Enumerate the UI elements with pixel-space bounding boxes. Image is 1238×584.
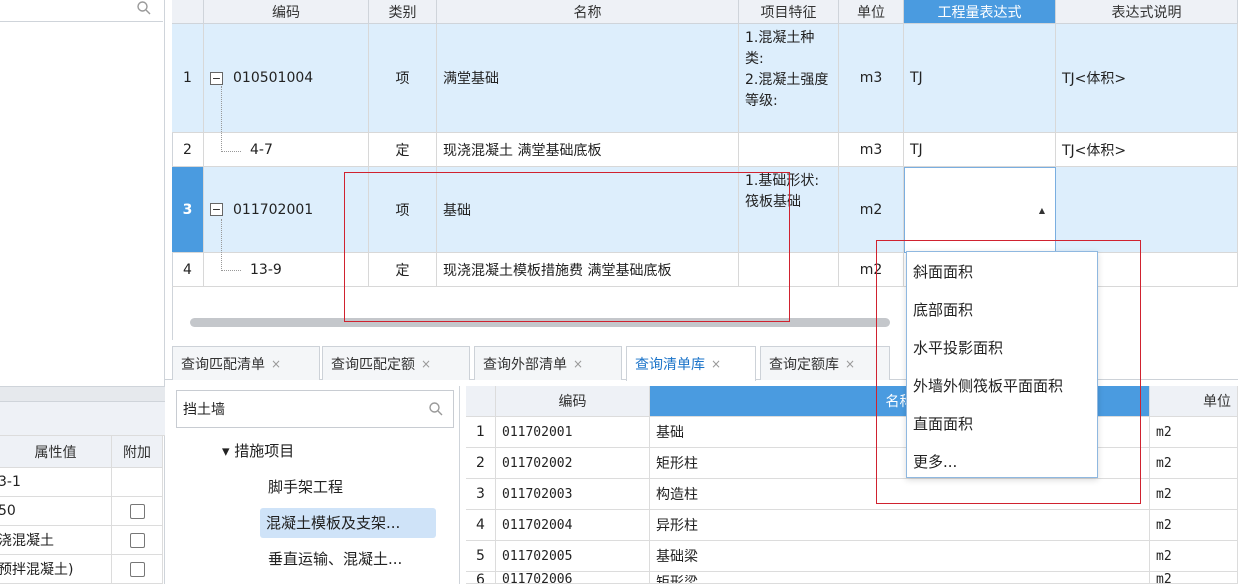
lib-row-code[interactable]: 011702006 [496,572,650,584]
library-search-value: 挡土墙 [183,402,225,418]
table-row-name[interactable]: 现浇混凝土 满堂基础底板 [437,133,739,167]
grid-header-code[interactable]: 编码 [204,0,369,24]
tab-quota-library[interactable]: 查询定额库 × [760,346,890,380]
lib-row-code[interactable]: 011702004 [496,510,650,541]
annotation-box [876,240,1141,504]
grid-header-desc[interactable]: 表达式说明 [1056,0,1238,24]
tree-node-measures[interactable]: ▾ 措施项目 [222,440,442,462]
close-icon[interactable]: × [271,357,281,371]
lib-row-unit[interactable]: m2 [1150,572,1238,584]
tab-external-list[interactable]: 查询外部清单 × [474,346,622,380]
code-text: 010501004 [233,70,314,86]
lib-row-unit[interactable]: m2 [1150,479,1238,510]
row-number: 2 [466,448,496,479]
grid-header-feature[interactable]: 项目特征 [739,0,839,24]
lib-row-unit[interactable]: m2 [1150,417,1238,448]
lib-row-unit[interactable]: m2 [1150,448,1238,479]
tab-match-quota[interactable]: 查询匹配定额 × [322,346,470,380]
tab-match-list[interactable]: 查询匹配清单 × [172,346,320,380]
tree-connector [221,219,222,271]
lib-row-code[interactable]: 011702001 [496,417,650,448]
grid-header-type[interactable]: 类别 [369,0,437,24]
table-row-type[interactable]: 项 [369,24,437,133]
close-icon[interactable]: × [421,357,431,371]
lib-header-rownum [466,386,496,417]
tab-list-library[interactable]: 查询清单库 × [626,346,756,381]
lib-row-name[interactable]: 基础梁 [650,541,1150,572]
lib-row-unit[interactable]: m2 [1150,541,1238,572]
prop-extra-2[interactable] [112,497,163,526]
tree-connector [221,270,241,271]
tab-label: 查询外部清单 [483,356,567,373]
search-icon[interactable] [428,401,444,417]
grid-header-name[interactable]: 名称 [437,0,739,24]
row-number: 4 [172,253,204,287]
row-number: 3 [466,479,496,510]
row-number: 2 [172,133,204,167]
tab-label: 查询匹配清单 [181,356,265,373]
tree-connector [221,151,241,152]
table-row-feature[interactable]: 1.混凝土种类: 2.混凝土强度等级: [739,24,839,133]
left-panel-divider [0,386,165,402]
tree-item[interactable]: 垂直运输、混凝土... [262,546,452,572]
properties-empty-header [0,402,165,436]
prop-extra-1 [112,468,163,497]
code-text: 011702001 [233,201,314,218]
row-number: 1 [466,417,496,448]
table-row-name[interactable]: 满堂基础 [437,24,739,133]
lib-header-unit[interactable]: 单位 [1150,386,1238,417]
table-row-feature[interactable] [739,133,839,167]
tab-label: 查询定额库 [769,356,839,373]
lib-row-code[interactable]: 011702003 [496,479,650,510]
tree-connector [221,86,222,152]
prop-value-1[interactable]: 3-1 [0,468,112,497]
prop-value-3[interactable]: 浇混凝土 [0,526,112,555]
prop-value-header: 属性值 [0,436,112,468]
prop-extra-3[interactable] [112,526,163,555]
prop-value-2[interactable]: 50 [0,497,112,526]
lib-row-code[interactable]: 011702005 [496,541,650,572]
collapse-icon[interactable]: − [210,203,223,216]
row-number: 1 [172,24,204,133]
tab-label: 查询匹配定额 [331,356,415,373]
search-icon[interactable] [136,0,152,16]
table-row-desc[interactable]: TJ<体积> [1056,133,1238,167]
grid-header-expr[interactable]: 工程量表达式 [904,0,1056,24]
tree-item-selected[interactable]: 混凝土模板及支架... [260,508,436,538]
lib-header-code[interactable]: 编码 [496,386,650,417]
grid-header-rownum [172,0,204,24]
tab-label: 查询清单库 [635,357,705,373]
attach-checkbox[interactable] [129,532,145,548]
prop-extra-header: 附加 [112,436,163,468]
lib-row-name[interactable]: 矩形梁 [650,572,1150,584]
table-row-expr[interactable]: TJ [904,133,1056,167]
lib-row-code[interactable]: 011702002 [496,448,650,479]
library-search-input[interactable]: 挡土墙 [176,390,454,428]
prop-value-4[interactable]: 预拌混凝土) [0,555,112,584]
close-icon[interactable]: × [711,357,721,371]
row-number-selected: 3 [172,167,204,253]
annotation-box [344,172,790,322]
collapse-icon[interactable]: − [210,71,223,85]
attach-checkbox[interactable] [129,503,145,519]
table-row-desc[interactable]: TJ<体积> [1056,24,1238,133]
dropdown-arrow-icon[interactable]: ▲ [1039,206,1045,215]
close-icon[interactable]: × [845,357,855,371]
tree-item[interactable]: 脚手架工程 [262,474,452,500]
table-row-unit[interactable]: m3 [839,133,904,167]
close-icon[interactable]: × [573,357,583,371]
row-number: 4 [466,510,496,541]
table-row-code[interactable]: − 010501004 [204,24,369,133]
table-row-expr[interactable]: TJ [904,24,1056,133]
row-number: 6 [466,572,496,584]
table-row-unit[interactable]: m3 [839,24,904,133]
table-row-code[interactable]: 4-7 [204,133,369,167]
grid-header-unit[interactable]: 单位 [839,0,904,24]
row-number: 5 [466,541,496,572]
lib-row-unit[interactable]: m2 [1150,510,1238,541]
prop-extra-4[interactable] [112,555,163,584]
attach-checkbox[interactable] [129,561,145,577]
lib-row-name[interactable]: 异形柱 [650,510,1150,541]
table-row-type[interactable]: 定 [369,133,437,167]
